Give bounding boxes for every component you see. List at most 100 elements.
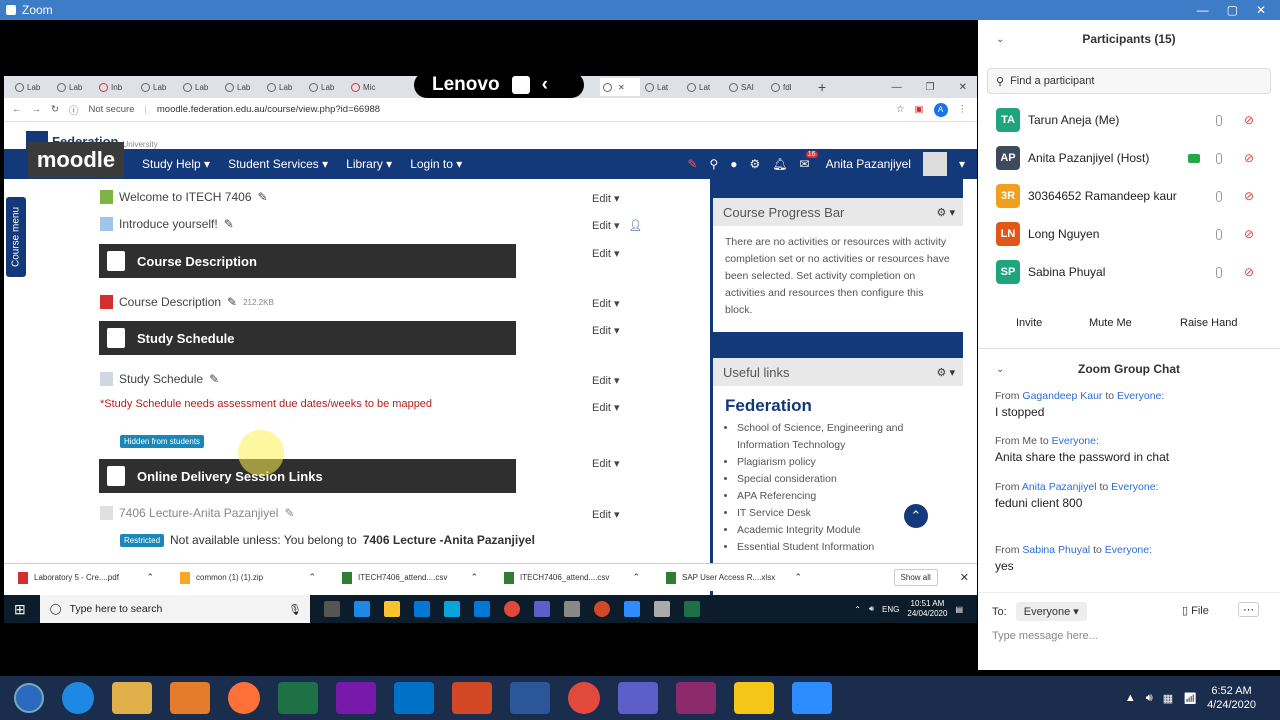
participant-row[interactable]: LN Long Nguyen ⊘ bbox=[996, 221, 1276, 247]
video-off-icon[interactable]: ⊘ bbox=[1244, 227, 1254, 241]
edit-pencil-icon[interactable]: ✎ bbox=[209, 372, 219, 386]
media-player-icon[interactable] bbox=[170, 682, 210, 714]
zoom-app-icon[interactable] bbox=[792, 682, 832, 714]
browser-tab[interactable]: Lab bbox=[12, 78, 52, 96]
url-field[interactable]: moodle.federation.edu.au/course/view.php… bbox=[157, 104, 380, 115]
browser-tab[interactable]: SAI bbox=[726, 78, 766, 96]
edit-pencil-icon[interactable]: ✎ bbox=[224, 217, 234, 231]
browser-close-icon[interactable]: ✕ bbox=[959, 82, 967, 93]
download-item[interactable]: ITECH7406_attend....csv ⌃ bbox=[328, 571, 490, 584]
video-off-icon[interactable]: ⊘ bbox=[1244, 265, 1254, 279]
new-tab-icon[interactable]: + bbox=[818, 79, 826, 95]
edge-icon[interactable] bbox=[353, 601, 370, 617]
chrome-icon[interactable] bbox=[503, 601, 520, 617]
edit-menu[interactable]: Edit ▾ bbox=[592, 324, 620, 337]
nav-library[interactable]: Library ▾ bbox=[346, 157, 392, 171]
chevron-up-icon[interactable]: ⌃ bbox=[470, 572, 478, 583]
menu-icon[interactable]: ● bbox=[730, 157, 737, 171]
chevron-up-icon[interactable]: ⌃ bbox=[146, 572, 154, 583]
back-icon[interactable]: ← bbox=[12, 104, 22, 115]
moodle-logo[interactable]: moodle bbox=[28, 142, 124, 178]
chat-sender[interactable]: Gagandeep Kaur bbox=[1022, 390, 1102, 402]
download-item[interactable]: Laboratory 5 - Cre....pdf ⌃ bbox=[4, 571, 166, 584]
course-menu-tab[interactable]: Course menu bbox=[6, 197, 26, 277]
chrome-icon[interactable] bbox=[568, 682, 600, 714]
microphone-icon[interactable] bbox=[1216, 190, 1222, 202]
excel-icon[interactable] bbox=[278, 682, 318, 714]
network-icon[interactable]: ▦ bbox=[1163, 692, 1173, 705]
onenote-icon[interactable] bbox=[336, 682, 376, 714]
teams-icon[interactable] bbox=[533, 601, 550, 617]
firefox-icon[interactable] bbox=[228, 682, 260, 714]
tab-close-icon[interactable]: ✕ bbox=[618, 83, 625, 92]
winrar-icon[interactable] bbox=[676, 682, 716, 714]
course-description-file[interactable]: Course Description ✎ 212.2KB bbox=[100, 295, 274, 309]
minimize-icon[interactable]: — bbox=[1197, 3, 1209, 17]
bookmark-star-icon[interactable]: ☆ bbox=[896, 104, 905, 115]
more-options-icon[interactable]: ⋯ bbox=[1238, 602, 1259, 617]
outlook-icon[interactable] bbox=[394, 682, 434, 714]
browser-tab[interactable]: Lat bbox=[684, 78, 724, 96]
reload-icon[interactable]: ↻ bbox=[51, 104, 59, 115]
settings-icon[interactable]: ⚙ bbox=[750, 157, 761, 171]
microphone-icon[interactable]: 🎙︎ bbox=[288, 603, 301, 616]
taskbar-search-box[interactable]: ◯ Type here to search 🎙︎ bbox=[39, 595, 310, 623]
user-name[interactable]: Anita Pazanjiyel bbox=[826, 157, 911, 171]
user-menu-chevron-icon[interactable]: ▾ bbox=[959, 157, 965, 171]
link-essential-info[interactable]: Essential Student Information bbox=[737, 539, 951, 556]
video-off-icon[interactable]: ⊘ bbox=[1244, 151, 1254, 165]
edit-menu[interactable]: Edit ▾ bbox=[592, 508, 620, 521]
section-study-schedule[interactable]: Study Schedule bbox=[99, 321, 516, 355]
participant-row[interactable]: AP Anita Pazanjiyel (Host) ⊘ bbox=[996, 145, 1276, 171]
browser-tab[interactable]: Lat bbox=[642, 78, 682, 96]
browser-minimize-icon[interactable]: — bbox=[892, 82, 902, 93]
mute-me-button[interactable]: Mute Me bbox=[1089, 317, 1132, 329]
edit-menu[interactable]: Edit ▾ bbox=[592, 374, 620, 387]
nav-login-to[interactable]: Login to ▾ bbox=[410, 157, 462, 171]
start-orb-icon[interactable] bbox=[14, 683, 44, 713]
profile-icon[interactable]: A bbox=[933, 102, 948, 117]
file-explorer-icon[interactable] bbox=[383, 601, 400, 617]
section-online-delivery[interactable]: Online Delivery Session Links bbox=[99, 459, 516, 493]
edit-menu[interactable]: Edit ▾ bbox=[592, 192, 620, 205]
downloads-close-icon[interactable]: ✕ bbox=[960, 571, 969, 584]
task-view-icon[interactable] bbox=[323, 601, 340, 617]
lecture-link[interactable]: 7406 Lecture-Anita Pazanjiyel ✎ bbox=[100, 506, 295, 520]
microphone-icon[interactable] bbox=[1216, 114, 1222, 126]
browser-tab[interactable]: Lab bbox=[138, 78, 178, 96]
section-course-description[interactable]: Course Description bbox=[99, 244, 516, 278]
folder-icon[interactable] bbox=[112, 682, 152, 714]
maximize-icon[interactable]: ▢ bbox=[1227, 3, 1238, 17]
tray-expand-icon[interactable]: ▲ bbox=[1125, 692, 1136, 704]
chevron-up-icon[interactable]: ⌃ bbox=[308, 572, 316, 583]
chevron-up-icon[interactable]: ⌃ bbox=[794, 572, 802, 583]
edit-menu[interactable]: Edit ▾ bbox=[592, 401, 620, 414]
forward-icon[interactable]: → bbox=[32, 104, 42, 115]
excel-icon[interactable] bbox=[683, 601, 700, 617]
powerpoint-icon[interactable] bbox=[452, 682, 492, 714]
action-center-icon[interactable]: ▤ bbox=[955, 605, 963, 614]
messages-icon[interactable]: ✉ 16 bbox=[800, 151, 818, 171]
sticky-notes-icon[interactable] bbox=[734, 682, 774, 714]
scroll-to-top-button[interactable]: ⌃ bbox=[904, 504, 928, 528]
language-indicator[interactable]: ENG bbox=[882, 605, 899, 614]
notepad-icon[interactable] bbox=[653, 601, 670, 617]
edit-pencil-icon[interactable]: ✎ bbox=[284, 506, 294, 520]
internet-explorer-icon[interactable] bbox=[62, 682, 94, 714]
video-off-icon[interactable]: ⊘ bbox=[1244, 189, 1254, 203]
chat-sender[interactable]: Anita Pazanjiyel bbox=[1022, 481, 1097, 493]
find-participant-input[interactable]: ⚲ Find a participant bbox=[987, 68, 1271, 94]
network-icon[interactable]: ⌃ bbox=[854, 605, 861, 614]
download-item[interactable]: SAP User Access R....xlsx ⌃ bbox=[652, 571, 814, 584]
shared-clock[interactable]: 10:51 AM 24/04/2020 bbox=[907, 599, 947, 619]
settings-icon[interactable] bbox=[563, 601, 580, 617]
link-special-consideration[interactable]: Special consideration bbox=[737, 471, 951, 488]
download-item[interactable]: ITECH7406_attend....csv ⌃ bbox=[490, 571, 652, 584]
block-settings-icon[interactable]: ⚙ ▾ bbox=[937, 206, 955, 219]
link-plagiarism[interactable]: Plagiarism policy bbox=[737, 454, 951, 471]
raise-hand-button[interactable]: Raise Hand bbox=[1180, 317, 1237, 329]
nav-student-services[interactable]: Student Services ▾ bbox=[228, 157, 328, 171]
user-avatar[interactable] bbox=[922, 152, 947, 176]
invite-button[interactable]: Invite bbox=[1016, 317, 1042, 329]
study-schedule-file[interactable]: Study Schedule ✎ bbox=[100, 372, 219, 386]
